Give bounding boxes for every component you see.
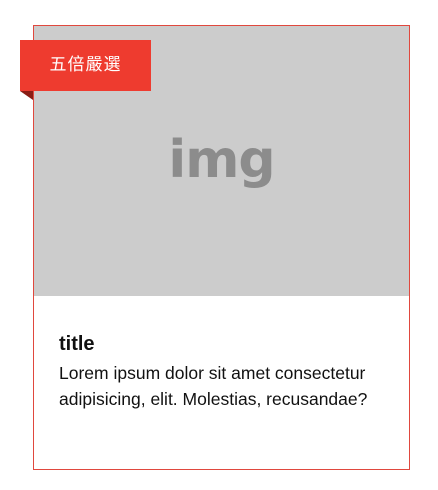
card-badge: 五倍嚴選 [20, 40, 151, 91]
card-title: title [59, 333, 95, 355]
product-card[interactable]: img title Lorem ipsum dolor sit amet con… [33, 25, 410, 470]
card-body: title Lorem ipsum dolor sit amet consect… [59, 328, 389, 412]
badge-fold-corner [20, 91, 33, 100]
image-placeholder-label: img [168, 130, 275, 190]
card-description: Lorem ipsum dolor sit amet consectetur a… [59, 363, 368, 409]
